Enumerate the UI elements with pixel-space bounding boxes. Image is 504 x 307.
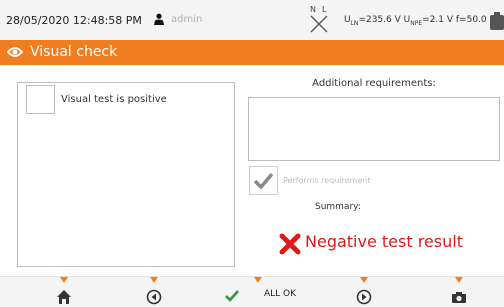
battery-icon [490, 12, 504, 30]
user-icon [154, 13, 164, 25]
back-icon[interactable] [146, 289, 162, 305]
all-ok-check-icon[interactable] [225, 290, 239, 302]
visual-test-label: Visual test is positive [61, 94, 167, 105]
svg-text:L: L [322, 5, 327, 14]
status-bar: 28/05/2020 12:48:58 PM admin N L ULN=235… [0, 0, 504, 40]
all-ok-button[interactable]: ALL OK [264, 289, 296, 299]
visual-test-panel: Visual test is positive [17, 82, 235, 267]
additional-requirements-field[interactable] [248, 97, 500, 161]
title-bar: Visual check [0, 40, 504, 65]
summary-label: Summary: [315, 202, 361, 212]
test-result: Negative test result [305, 232, 463, 251]
performs-requirement-checkbox[interactable] [249, 166, 278, 195]
user-name: admin [171, 14, 203, 25]
camera-icon[interactable] [451, 290, 467, 304]
measurement-readout: ULN=235.6 V UNPE=2.1 V f=50.0 Hz [344, 15, 501, 27]
bottom-toolbar: ALL OK [0, 276, 504, 307]
notch-marker [455, 277, 463, 283]
notch-marker [360, 277, 368, 283]
home-icon[interactable] [56, 289, 72, 305]
notch-marker [254, 277, 262, 283]
socket-icon: N L [310, 5, 328, 33]
visual-test-checkbox[interactable] [26, 85, 55, 114]
eye-icon [7, 47, 23, 57]
svg-text:N: N [310, 5, 316, 14]
forward-icon[interactable] [356, 289, 372, 305]
checkmark-icon [253, 172, 274, 190]
page-title: Visual check [30, 44, 118, 60]
notch-marker [150, 277, 158, 283]
datetime: 28/05/2020 12:48:58 PM [6, 14, 142, 27]
additional-requirements-label: Additional requirements: [312, 78, 436, 89]
notch-marker [60, 277, 68, 283]
cross-icon [279, 233, 301, 255]
performs-requirement-label: Performs requirement [283, 176, 371, 185]
